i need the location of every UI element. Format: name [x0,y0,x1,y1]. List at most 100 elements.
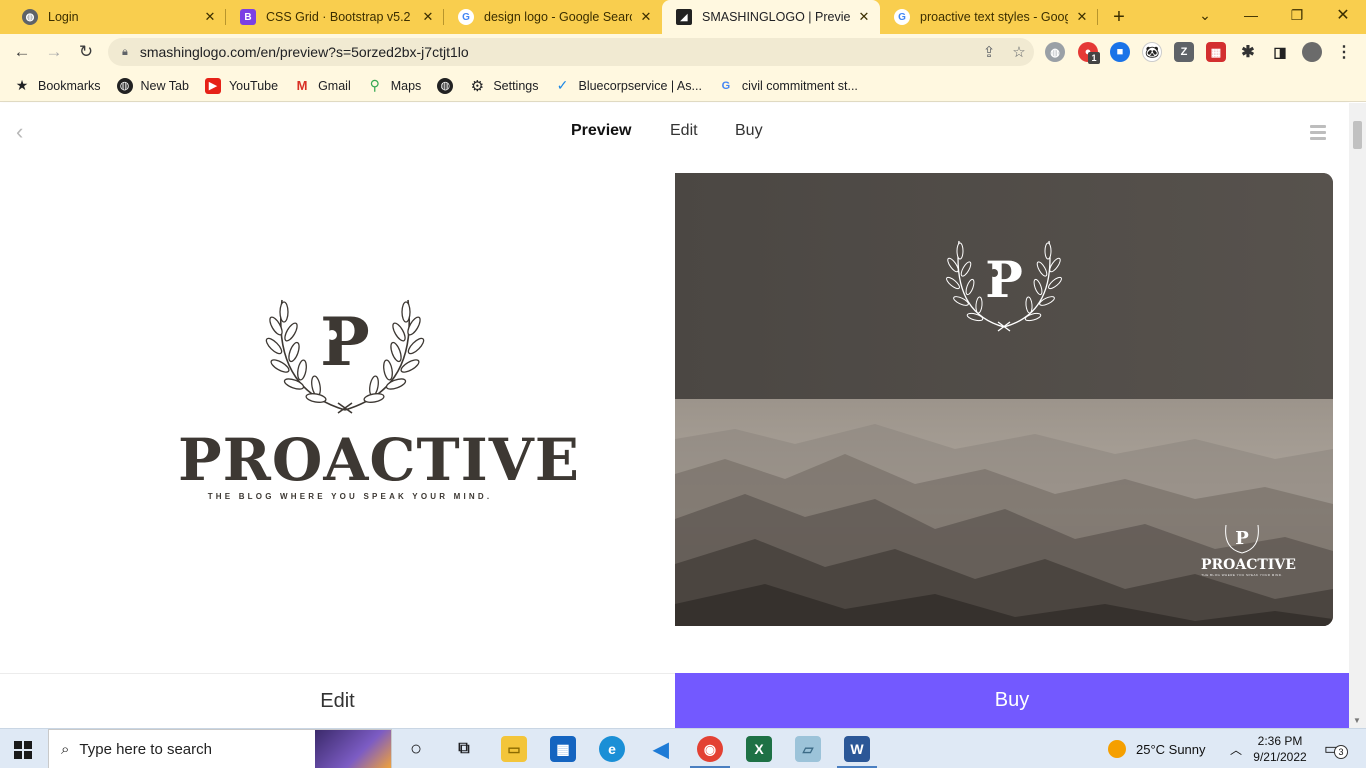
side-panel-icon[interactable]: ◨ [1270,42,1290,62]
tab-title: design logo - Google Search [484,10,632,24]
google-icon: G [458,9,474,25]
system-clock[interactable]: 2:36 PM 9/21/2022 [1250,733,1310,765]
back-arrow-icon[interactable]: ← [8,38,36,66]
new-tab-button[interactable]: + [1106,4,1132,30]
back-chevron-icon[interactable]: ‹ [16,119,23,145]
weather-widget[interactable]: 25°C Sunny [1108,729,1206,768]
cortana-icon[interactable]: ○ [403,736,429,762]
bookmark-new-tab[interactable]: ◍ New Tab [116,77,189,94]
bookmark-settings[interactable]: ⚙ Settings [469,78,539,95]
tab-smashinglogo[interactable]: ◢ SMASHINGLOGO | Preview ✕ [662,0,880,34]
tab-separator [1097,9,1098,25]
store-icon[interactable]: ▦ [550,736,576,762]
mockup-tagline: THE BLOG WHERE YOU SPEAK YOUR MIND. [1201,573,1283,577]
mountain-landscape-image [675,399,1333,626]
tray-chevron-up-icon[interactable]: ︿ [1230,729,1242,768]
extension-panda-icon[interactable]: 🐼︎ [1142,42,1162,62]
share-icon[interactable]: ⇪ [974,43,1004,61]
mockup-monogram: P [985,250,1023,309]
bookmark-bookmarks[interactable]: ★ Bookmarks [14,77,101,94]
forward-arrow-icon[interactable]: → [40,38,68,66]
clock-time: 2:36 PM [1257,734,1303,748]
bookmark-civil-commitment[interactable]: G civil commitment st... [718,78,858,94]
task-view-icon[interactable]: ⧉ [451,736,477,762]
chrome-icon[interactable]: ◉ [697,736,723,762]
globe-icon: ◍ [116,77,133,94]
tab-css-grid[interactable]: B CSS Grid · Bootstrap v5.2 ✕ [226,0,444,34]
extension-globe-icon[interactable]: ◍ [1045,42,1065,62]
excel-icon[interactable]: X [746,736,772,762]
mini-laurel-emblem: P [1225,524,1259,554]
bookmark-globe[interactable]: ◍ [437,77,454,94]
hamburger-menu-icon[interactable] [1310,125,1326,143]
close-icon[interactable]: ✕ [638,9,654,25]
bookmark-label: civil commitment st... [741,78,858,93]
tab-search-chevron-icon[interactable]: ⌄ [1182,0,1228,30]
laurel-monogram-emblem: P [265,299,425,414]
bluecorp-icon: ✓ [556,77,569,93]
bookmark-star-icon[interactable]: ☆ [1004,43,1034,61]
extension-red-icon[interactable]: ▦ [1206,42,1226,62]
word-icon[interactable]: W [844,736,870,762]
buy-button[interactable]: Buy [675,673,1349,728]
mini-monogram: P [1235,528,1249,549]
close-icon[interactable]: ✕ [1074,9,1090,25]
logo-tagline: THE BLOG WHERE YOU SPEAK YOUR MIND. [207,492,493,501]
bookmark-youtube[interactable]: ▶ YouTube [204,77,279,94]
mockup-mountain-photo: P [675,399,1333,626]
close-icon[interactable]: ✕ [420,9,436,25]
scrollbar-thumb[interactable] [1353,121,1362,149]
logo-wordmark: PROACTIVE [178,426,581,494]
edge-icon[interactable]: e [599,736,625,762]
nav-buy[interactable]: Buy [735,122,763,140]
edit-button[interactable]: Edit [0,673,675,728]
windows-start-icon[interactable] [14,741,32,759]
reload-icon[interactable]: ↻ [72,38,100,66]
bookmark-bluecorp[interactable]: ✓ Bluecorpservice | As... [554,77,702,94]
bookmark-maps[interactable]: ⚲ Maps [367,77,422,94]
bootstrap-icon: B [240,9,256,25]
gmail-icon: M [296,78,308,93]
taskbar-search-box[interactable]: ⌕ Type here to search [48,729,392,768]
restore-button[interactable]: ❐ [1274,0,1320,30]
bookmark-label: Bluecorpservice | As... [578,78,702,93]
window-close-button[interactable]: ✕ [1320,0,1366,30]
notification-center-icon[interactable]: ▭ 3 [1324,729,1348,768]
more-menu-icon[interactable]: ⋮ [1334,42,1354,62]
minimize-button[interactable]: — [1228,0,1274,30]
close-icon[interactable]: ✕ [856,9,872,25]
profile-avatar[interactable] [1302,42,1322,62]
close-icon[interactable]: ✕ [202,9,218,25]
bookmark-gmail[interactable]: M Gmail [294,78,351,94]
url-text: smashinglogo.com/en/preview?s=5orzed2bx-… [139,44,469,60]
search-icon: ⌕ [61,740,70,758]
file-explorer-icon[interactable]: ▭ [501,736,527,762]
bookmarks-bar: ★ Bookmarks ◍ New Tab ▶ YouTube M Gmail … [0,70,1366,102]
bookmark-label: Settings [493,78,539,93]
nav-preview[interactable]: Preview [571,122,631,140]
lock-icon: 🔒︎ [122,45,128,58]
logo-mockup-preview: P P PROACTIVE THE BLOG WHERE YOU SPEAK Y… [675,173,1333,626]
google-icon: G [894,9,910,25]
extensions-puzzle-icon[interactable]: ✱ [1238,42,1258,62]
extension-blue-icon[interactable]: ■ [1110,42,1130,62]
nav-edit[interactable]: Edit [670,122,698,140]
tab-proactive-text[interactable]: G proactive text styles - Google ✕ [880,0,1098,34]
bookmark-label: YouTube [228,78,279,93]
extension-z-icon[interactable]: Z [1174,42,1194,62]
scroll-down-arrow-icon[interactable]: ▼ [1353,716,1361,725]
vscode-icon[interactable]: ◀ [648,736,674,762]
notification-count: 3 [1334,745,1348,759]
tab-design-logo[interactable]: G design logo - Google Search ✕ [444,0,662,34]
logo-monogram: P [320,303,370,381]
bookmark-label: Gmail [318,78,351,93]
globe-icon: ◍ [22,9,38,25]
notes-icon[interactable]: ▱ [795,736,821,762]
bookmark-label: Bookmarks [38,78,101,93]
mockup-wordmark: PROACTIVE [1201,557,1296,573]
address-bar[interactable]: 🔒︎ smashinglogo.com/en/preview?s=5orzed2… [108,38,1034,66]
tab-login[interactable]: ◍ Login ✕ [8,0,226,34]
page-scrollbar[interactable]: ▼ [1349,103,1366,728]
star-icon: ★ [15,77,29,93]
tab-title: Login [48,10,79,24]
